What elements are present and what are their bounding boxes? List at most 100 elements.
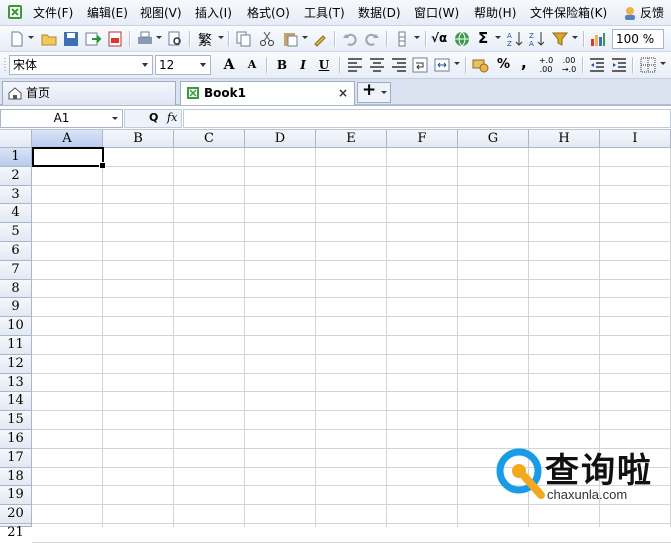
new-file-icon[interactable] [8, 30, 26, 48]
autofilter-icon[interactable] [551, 30, 569, 48]
decrease-decimal-button[interactable]: .00 →.0 [559, 56, 579, 74]
traditional-dropdown-arrow[interactable] [218, 36, 224, 39]
name-box[interactable]: A1 [0, 109, 123, 128]
sort-ascending-icon[interactable]: AZ [506, 30, 524, 48]
column-header-g[interactable]: G [458, 130, 529, 148]
export-pdf-icon[interactable] [106, 30, 124, 48]
zoom-combo[interactable]: 100 % [612, 29, 664, 49]
format-painter-icon[interactable] [312, 30, 330, 48]
undo-icon[interactable] [341, 30, 359, 48]
autofilter-dropdown-arrow[interactable] [572, 36, 578, 39]
bold-button[interactable]: B [273, 56, 291, 74]
font-name-dropdown-arrow[interactable] [142, 63, 148, 67]
column-header-f[interactable]: F [387, 130, 458, 148]
row-header-14[interactable]: 14 [0, 392, 32, 412]
currency-format-icon[interactable] [471, 56, 489, 74]
comma-style-button[interactable]: , [521, 54, 527, 72]
row-header-4[interactable]: 4 [0, 204, 32, 224]
copy-icon[interactable] [235, 30, 253, 48]
row-header-15[interactable]: 15 [0, 411, 32, 430]
column-header-d[interactable]: D [245, 130, 316, 148]
increase-indent-icon[interactable] [610, 56, 628, 74]
borders-dropdown-arrow[interactable] [660, 62, 666, 65]
merge-dropdown-arrow[interactable] [454, 62, 460, 65]
row-header-9[interactable]: 9 [0, 298, 32, 318]
font-size-dropdown-arrow[interactable] [200, 63, 206, 67]
active-cell-a1[interactable] [32, 147, 106, 169]
fill-handle[interactable] [99, 161, 106, 169]
menu-window[interactable]: 窗口(W) [414, 5, 459, 21]
percent-style-button[interactable]: % [497, 57, 510, 72]
column-header-e[interactable]: E [316, 130, 387, 148]
row-header-11[interactable]: 11 [0, 336, 32, 355]
traditional-chinese-button[interactable]: 繁 [198, 30, 212, 50]
row-header-3[interactable]: 3 [0, 185, 32, 205]
row-header-17[interactable]: 17 [0, 448, 32, 468]
sort-descending-icon[interactable]: ZA [528, 30, 546, 48]
row-header-10[interactable]: 10 [0, 317, 32, 336]
insert-row-dropdown-arrow[interactable] [414, 36, 420, 39]
italic-button[interactable]: I [294, 56, 312, 74]
font-name-combo[interactable]: 宋体 [9, 55, 153, 75]
row-header-5[interactable]: 5 [0, 223, 32, 242]
grow-font-button[interactable]: A [220, 56, 238, 74]
hyperlink-globe-icon[interactable] [453, 30, 471, 48]
name-box-dropdown-arrow[interactable] [112, 117, 118, 120]
chart-icon[interactable] [589, 30, 607, 48]
wrap-text-icon[interactable] [411, 56, 429, 74]
row-header-6[interactable]: 6 [0, 242, 32, 261]
menu-edit[interactable]: 编辑(E) [87, 5, 128, 21]
open-folder-icon[interactable] [40, 30, 58, 48]
redo-icon[interactable] [363, 30, 381, 48]
insert-function-fx-icon[interactable]: fx [167, 111, 177, 124]
shrink-font-button[interactable]: A [243, 56, 261, 74]
menu-data[interactable]: 数据(D) [358, 5, 401, 21]
column-header-h[interactable]: H [529, 130, 600, 148]
column-header-a[interactable]: A [32, 130, 103, 148]
align-center-icon[interactable] [368, 56, 386, 74]
print-dropdown-arrow[interactable] [156, 36, 162, 39]
merge-center-icon[interactable] [433, 56, 451, 74]
row-header-7[interactable]: 7 [0, 260, 32, 280]
save-icon[interactable] [62, 30, 80, 48]
row-header-20[interactable]: 20 [0, 505, 32, 524]
decrease-indent-icon[interactable] [588, 56, 606, 74]
font-size-combo[interactable]: 12 [155, 55, 211, 75]
menu-file-vault[interactable]: 文件保险箱(K) [530, 5, 607, 21]
autosum-button[interactable]: Σ [478, 29, 488, 47]
close-tab-icon[interactable]: × [338, 82, 348, 104]
row-header-1[interactable]: 1 [0, 148, 32, 167]
borders-icon[interactable] [639, 56, 657, 74]
menu-tools[interactable]: 工具(T) [304, 5, 345, 21]
tab-book1[interactable]: Book1 × [180, 81, 355, 105]
print-icon[interactable] [136, 30, 154, 48]
column-header-b[interactable]: B [103, 130, 174, 148]
autosum-dropdown-arrow[interactable] [495, 36, 501, 39]
chevron-down-icon[interactable] [381, 91, 387, 94]
insert-function-button[interactable]: √α [431, 31, 447, 45]
column-header-i[interactable]: I [600, 130, 671, 148]
formula-input[interactable] [183, 109, 671, 128]
row-header-12[interactable]: 12 [0, 354, 32, 374]
export-icon[interactable] [84, 30, 102, 48]
menu-file[interactable]: 文件(F) [33, 5, 73, 21]
toolbar-grip-icon[interactable] [3, 57, 7, 74]
print-preview-icon[interactable] [166, 30, 184, 48]
paste-dropdown-arrow[interactable] [302, 36, 308, 39]
row-header-13[interactable]: 13 [0, 373, 32, 393]
row-header-18[interactable]: 18 [0, 467, 32, 487]
menu-feedback[interactable]: 反馈 [640, 5, 664, 21]
row-header-8[interactable]: 8 [0, 279, 32, 299]
underline-button[interactable]: U [315, 56, 333, 74]
menu-help[interactable]: 帮助(H) [474, 5, 516, 21]
row-header-2[interactable]: 2 [0, 166, 32, 186]
increase-decimal-button[interactable]: +.0 .00 [536, 56, 556, 74]
menu-view[interactable]: 视图(V) [140, 5, 182, 21]
cut-icon[interactable] [258, 30, 276, 48]
zoom-formula-icon[interactable]: Q [149, 111, 158, 124]
menu-insert[interactable]: 插入(I) [195, 5, 232, 21]
row-header-16[interactable]: 16 [0, 430, 32, 449]
paste-icon[interactable] [281, 30, 299, 48]
wps-et-app-icon[interactable] [7, 4, 23, 20]
select-all-corner[interactable] [0, 130, 32, 148]
